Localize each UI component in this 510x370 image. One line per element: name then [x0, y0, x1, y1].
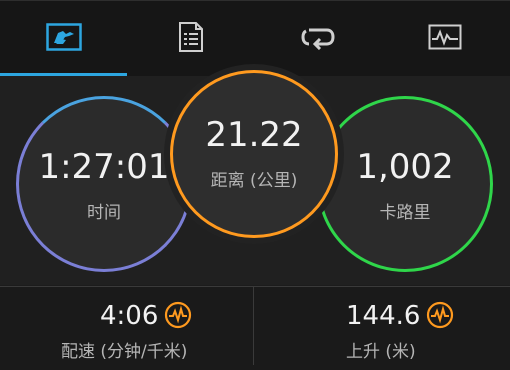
tab-details[interactable]	[127, 1, 254, 73]
activity-icon	[426, 301, 454, 329]
ascent-value: 144.6	[346, 301, 421, 331]
calories-value: 1,002	[356, 146, 454, 187]
stats-panel: 1:27:01 时间 1,002 卡路里 21.22 距离 (公里)	[0, 70, 510, 285]
distance-label: 距离 (公里)	[210, 170, 298, 191]
run-stats-icon	[45, 23, 82, 51]
time-value: 1:27:01	[38, 146, 170, 187]
tab-laps[interactable]	[254, 1, 381, 73]
calories-circle: 1,002 卡路里	[317, 96, 493, 272]
distance-circle: 21.22 距离 (公里)	[170, 70, 338, 238]
distance-value: 21.22	[205, 114, 303, 155]
tab-bar	[0, 0, 510, 77]
pace-cell: 4:06 配速 (分钟/千米)	[0, 287, 253, 365]
tab-charts[interactable]	[381, 1, 508, 73]
loop-icon	[300, 28, 335, 50]
time-circle: 1:27:01 时间	[16, 96, 192, 272]
pace-value: 4:06	[100, 301, 159, 331]
ascent-cell: 144.6 上升 (米)	[254, 287, 510, 365]
time-label: 时间	[87, 202, 121, 223]
ascent-label: 上升 (米)	[346, 342, 416, 362]
document-list-icon	[178, 22, 203, 52]
chart-icon	[428, 24, 461, 50]
metrics-panel: 4:06 配速 (分钟/千米) 144.6 上升 (米)	[0, 286, 510, 370]
calories-label: 卡路里	[379, 202, 431, 223]
tab-data-fields[interactable]	[0, 1, 127, 73]
pace-label: 配速 (分钟/千米)	[61, 342, 188, 362]
activity-icon	[164, 301, 192, 329]
